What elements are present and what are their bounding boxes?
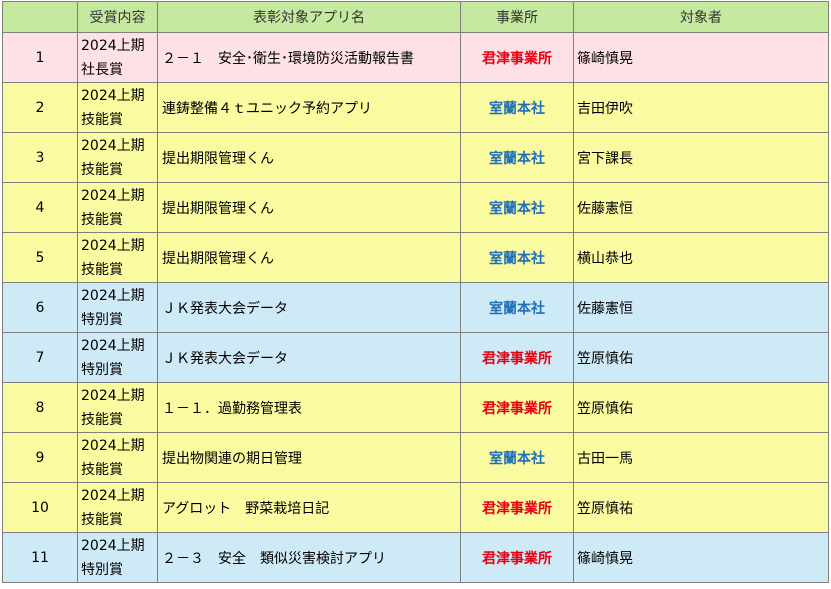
award-cell: 2024上期 技能賞 (77, 82, 158, 133)
column-header-no (2, 1, 78, 33)
row-number: 7 (2, 332, 78, 383)
column-header-office: 事業所 (460, 1, 574, 33)
office-name: 室蘭本社 (460, 182, 574, 233)
person-name: 笠原慎佑 (573, 382, 829, 433)
row-number: 9 (2, 432, 78, 483)
row-number: 8 (2, 382, 78, 433)
award-type: 技能賞 (81, 161, 123, 178)
person-name: 笠原慎祐 (573, 482, 829, 533)
award-period: 2024上期 (81, 437, 145, 454)
award-type: 社長賞 (81, 61, 123, 78)
award-period: 2024上期 (81, 487, 145, 504)
app-name: 提出期限管理くん (157, 182, 461, 233)
office-name: 君津事業所 (460, 482, 574, 533)
row-number: 3 (2, 132, 78, 183)
column-header-app: 表彰対象アプリ名 (157, 1, 461, 33)
award-cell: 2024上期 技能賞 (77, 382, 158, 433)
award-cell: 2024上期 社長賞 (77, 32, 158, 83)
person-name: 横山恭也 (573, 232, 829, 283)
table-row: 3 2024上期 技能賞 提出期限管理くん 室蘭本社 宮下課長 (2, 132, 829, 183)
table-row: 10 2024上期 技能賞 アグロット 野菜栽培日記 君津事業所 笠原慎祐 (2, 482, 829, 533)
app-name: アグロット 野菜栽培日記 (157, 482, 461, 533)
award-type: 特別賞 (81, 361, 123, 378)
office-name: 室蘭本社 (460, 82, 574, 133)
row-number: 6 (2, 282, 78, 333)
person-name: 佐藤憲恒 (573, 182, 829, 233)
person-name: 古田一馬 (573, 432, 829, 483)
row-number: 4 (2, 182, 78, 233)
column-header-award: 受賞内容 (77, 1, 158, 33)
award-cell: 2024上期 技能賞 (77, 482, 158, 533)
table-row: 5 2024上期 技能賞 提出期限管理くん 室蘭本社 横山恭也 (2, 232, 829, 283)
table-header-row: 受賞内容 表彰対象アプリ名 事業所 対象者 (2, 1, 829, 33)
table-row: 8 2024上期 技能賞 １－１．過勤務管理表 君津事業所 笠原慎佑 (2, 382, 829, 433)
person-name: 篠崎慎晃 (573, 532, 829, 583)
column-header-person: 対象者 (573, 1, 829, 33)
person-name: 吉田伊吹 (573, 82, 829, 133)
award-period: 2024上期 (81, 237, 145, 254)
award-type: 技能賞 (81, 511, 123, 528)
person-name: 佐藤憲恒 (573, 282, 829, 333)
award-cell: 2024上期 技能賞 (77, 182, 158, 233)
award-type: 技能賞 (81, 111, 123, 128)
award-cell: 2024上期 技能賞 (77, 132, 158, 183)
award-period: 2024上期 (81, 187, 145, 204)
office-name: 君津事業所 (460, 32, 574, 83)
table-row: 9 2024上期 技能賞 提出物関連の期日管理 室蘭本社 古田一馬 (2, 432, 829, 483)
awards-table: 受賞内容 表彰対象アプリ名 事業所 対象者 1 2024上期 社長賞 ２－１ 安全… (2, 1, 829, 583)
app-name: ２－１ 安全･衛生･環境防災活動報告書 (157, 32, 461, 83)
app-name: ＪＫ発表大会データ (157, 332, 461, 383)
row-number: 1 (2, 32, 78, 83)
person-name: 宮下課長 (573, 132, 829, 183)
award-period: 2024上期 (81, 137, 145, 154)
award-cell: 2024上期 特別賞 (77, 532, 158, 583)
app-name: 連鋳整備４ｔユニック予約アプリ (157, 82, 461, 133)
app-name: １－１．過勤務管理表 (157, 382, 461, 433)
office-name: 君津事業所 (460, 532, 574, 583)
award-cell: 2024上期 技能賞 (77, 432, 158, 483)
table-row: 11 2024上期 特別賞 ２－３ 安全 類似災害検討アプリ 君津事業所 篠崎慎晃 (2, 532, 829, 583)
office-name: 室蘭本社 (460, 132, 574, 183)
award-type: 特別賞 (81, 561, 123, 578)
person-name: 篠崎慎晃 (573, 32, 829, 83)
award-type: 技能賞 (81, 211, 123, 228)
app-name: 提出物関連の期日管理 (157, 432, 461, 483)
table-row: 7 2024上期 特別賞 ＪＫ発表大会データ 君津事業所 笠原慎佑 (2, 332, 829, 383)
award-type: 技能賞 (81, 261, 123, 278)
award-period: 2024上期 (81, 337, 145, 354)
row-number: 10 (2, 482, 78, 533)
row-number: 5 (2, 232, 78, 283)
office-name: 室蘭本社 (460, 282, 574, 333)
award-cell: 2024上期 特別賞 (77, 332, 158, 383)
row-number: 11 (2, 532, 78, 583)
person-name: 笠原慎佑 (573, 332, 829, 383)
app-name: ２－３ 安全 類似災害検討アプリ (157, 532, 461, 583)
award-type: 技能賞 (81, 411, 123, 428)
table-row: 4 2024上期 技能賞 提出期限管理くん 室蘭本社 佐藤憲恒 (2, 182, 829, 233)
award-period: 2024上期 (81, 37, 145, 54)
office-name: 室蘭本社 (460, 232, 574, 283)
office-name: 君津事業所 (460, 332, 574, 383)
row-number: 2 (2, 82, 78, 133)
award-period: 2024上期 (81, 87, 145, 104)
award-type: 技能賞 (81, 461, 123, 478)
table-row: 6 2024上期 特別賞 ＪＫ発表大会データ 室蘭本社 佐藤憲恒 (2, 282, 829, 333)
office-name: 室蘭本社 (460, 432, 574, 483)
app-name: ＪＫ発表大会データ (157, 282, 461, 333)
award-period: 2024上期 (81, 287, 145, 304)
table-row: 1 2024上期 社長賞 ２－１ 安全･衛生･環境防災活動報告書 君津事業所 篠崎… (2, 32, 829, 83)
app-name: 提出期限管理くん (157, 132, 461, 183)
office-name: 君津事業所 (460, 382, 574, 433)
award-period: 2024上期 (81, 537, 145, 554)
award-cell: 2024上期 特別賞 (77, 282, 158, 333)
table-row: 2 2024上期 技能賞 連鋳整備４ｔユニック予約アプリ 室蘭本社 吉田伊吹 (2, 82, 829, 133)
app-name: 提出期限管理くん (157, 232, 461, 283)
award-type: 特別賞 (81, 311, 123, 328)
award-period: 2024上期 (81, 387, 145, 404)
award-cell: 2024上期 技能賞 (77, 232, 158, 283)
